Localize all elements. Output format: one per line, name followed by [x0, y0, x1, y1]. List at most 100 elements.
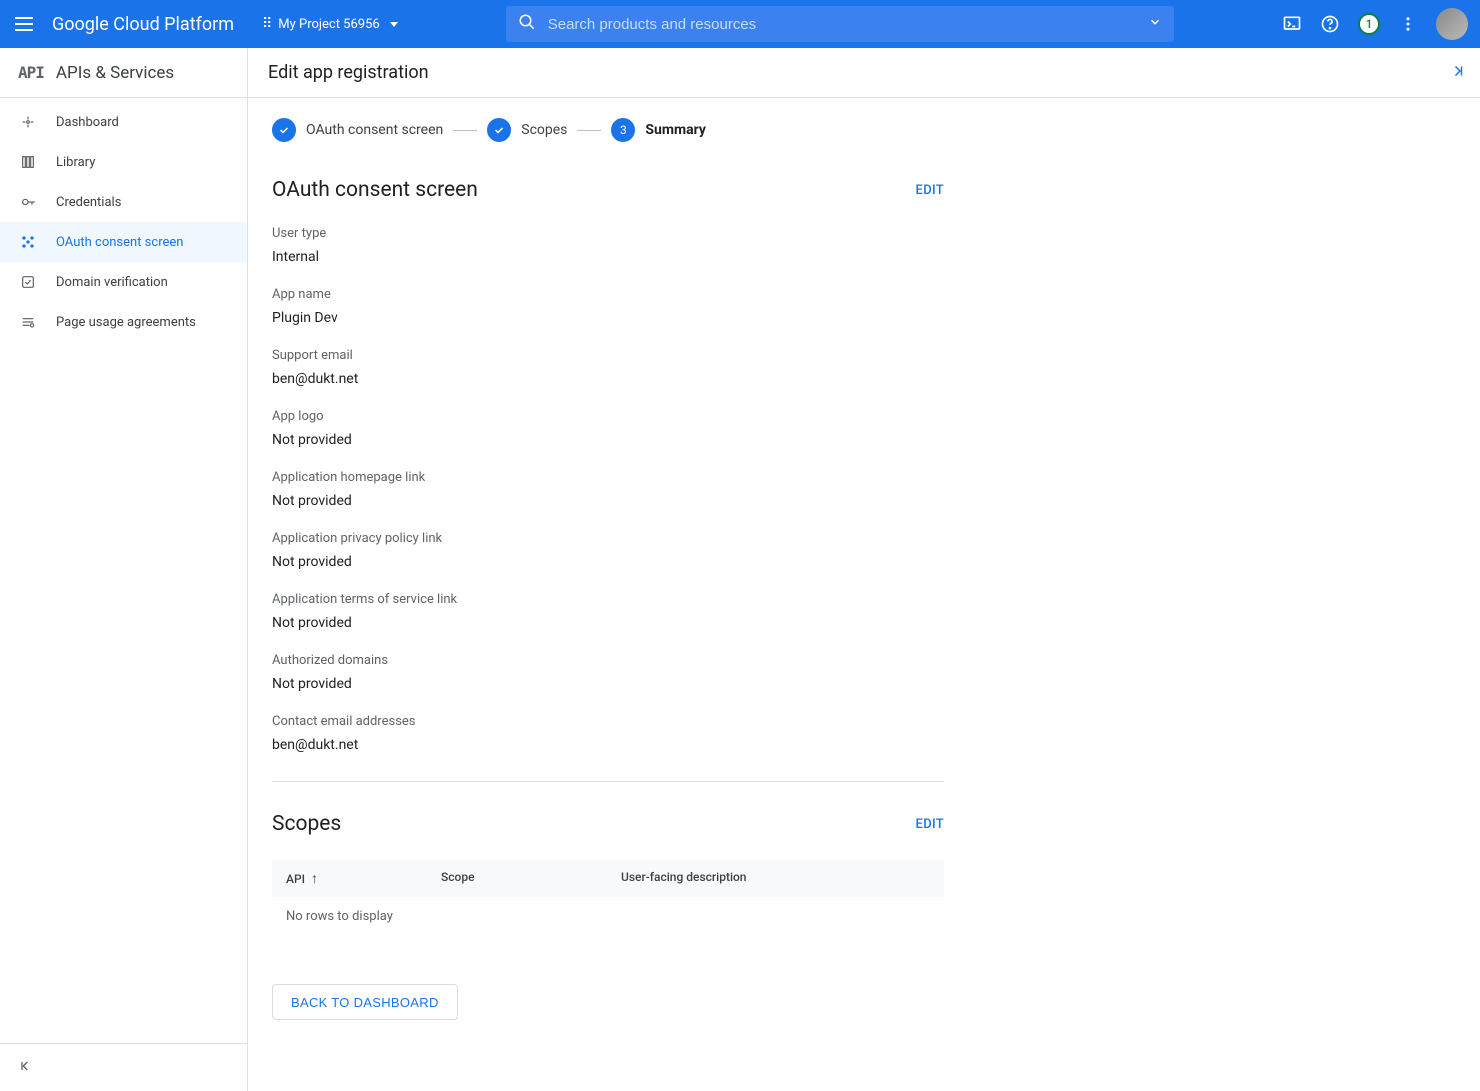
edit-scopes-link[interactable]: EDIT	[916, 817, 944, 832]
field-privacy-link: Application privacy policy link Not prov…	[272, 531, 944, 570]
section-divider	[272, 781, 944, 782]
nav-page-usage[interactable]: Page usage agreements	[0, 302, 247, 342]
nav-domain-verification[interactable]: Domain verification	[0, 262, 247, 302]
edit-oauth-link[interactable]: EDIT	[916, 183, 944, 198]
field-value: Internal	[272, 249, 944, 265]
sidebar-footer	[0, 1043, 247, 1091]
page-title: Edit app registration	[268, 62, 429, 83]
top-header: Google Cloud Platform ⠿ My Project 56956…	[0, 0, 1480, 48]
sort-asc-icon: ↑	[311, 870, 318, 887]
field-value: ben@dukt.net	[272, 737, 944, 753]
nav-label: OAuth consent screen	[56, 235, 183, 250]
field-homepage-link: Application homepage link Not provided	[272, 470, 944, 509]
main-content: Edit app registration OAuth consent scre…	[248, 48, 1480, 1091]
sidebar-collapse-icon[interactable]	[18, 1058, 34, 1078]
project-selector[interactable]: ⠿ My Project 56956	[254, 12, 406, 36]
search-icon	[518, 13, 536, 35]
search-input[interactable]	[548, 16, 1136, 33]
sidebar: API APIs & Services Dashboard Library Cr…	[0, 48, 248, 1091]
project-name: My Project 56956	[278, 17, 379, 32]
gcp-logo-text[interactable]: Google Cloud Platform	[52, 14, 234, 35]
api-glyph-icon: API	[18, 63, 44, 82]
consent-icon	[18, 234, 38, 250]
nav-oauth-consent[interactable]: OAuth consent screen	[0, 222, 247, 262]
nav-label: Credentials	[56, 195, 121, 210]
nav-library[interactable]: Library	[0, 142, 247, 182]
field-label: Application privacy policy link	[272, 531, 944, 546]
field-authorized-domains: Authorized domains Not provided	[272, 653, 944, 692]
header-actions: 1	[1282, 8, 1468, 40]
notification-badge[interactable]: 1	[1358, 13, 1380, 35]
scopes-table: API ↑ Scope User-facing description No r…	[272, 860, 944, 936]
key-icon	[18, 194, 38, 210]
empty-row: No rows to display	[272, 897, 944, 936]
field-label: Contact email addresses	[272, 714, 944, 729]
field-label: Application terms of service link	[272, 592, 944, 607]
field-app-logo: App logo Not provided	[272, 409, 944, 448]
back-to-dashboard-button[interactable]: BACK TO DASHBOARD	[272, 984, 458, 1020]
step-oauth-consent[interactable]: OAuth consent screen	[272, 118, 443, 142]
nav-credentials[interactable]: Credentials	[0, 182, 247, 222]
step-summary[interactable]: 3 Summary	[611, 118, 706, 142]
field-value: Not provided	[272, 554, 944, 570]
table-header-row: API ↑ Scope User-facing description	[272, 860, 944, 897]
col-description[interactable]: User-facing description	[621, 870, 930, 887]
field-user-type: User type Internal	[272, 226, 944, 265]
chevron-down-icon	[390, 22, 398, 27]
field-value: Not provided	[272, 493, 944, 509]
field-app-name: App name Plugin Dev	[272, 287, 944, 326]
step-current-icon: 3	[611, 118, 635, 142]
oauth-consent-summary: OAuth consent screen EDIT User type Inte…	[272, 178, 944, 753]
hamburger-menu-icon[interactable]	[12, 12, 36, 36]
step-label: Summary	[645, 122, 706, 138]
step-done-icon	[487, 118, 511, 142]
library-icon	[18, 154, 38, 170]
nav-label: Dashboard	[56, 115, 119, 130]
search-container	[506, 6, 1174, 42]
user-avatar[interactable]	[1436, 8, 1468, 40]
nav-dashboard[interactable]: Dashboard	[0, 102, 247, 142]
collapse-right-drawer-icon[interactable]	[1448, 62, 1466, 84]
field-value: Not provided	[272, 615, 944, 631]
sidebar-title: APIs & Services	[56, 63, 174, 83]
step-done-icon	[272, 118, 296, 142]
sidebar-nav: Dashboard Library Credentials OAuth cons…	[0, 98, 247, 1043]
project-dots-icon: ⠿	[262, 16, 272, 32]
step-label: Scopes	[521, 122, 567, 138]
field-label: Authorized domains	[272, 653, 944, 668]
field-label: App logo	[272, 409, 944, 424]
nav-label: Domain verification	[56, 275, 168, 290]
verified-icon	[18, 274, 38, 290]
field-label: Support email	[272, 348, 944, 363]
nav-label: Library	[56, 155, 95, 170]
field-contact-emails: Contact email addresses ben@dukt.net	[272, 714, 944, 753]
section-title: OAuth consent screen	[272, 178, 478, 202]
field-tos-link: Application terms of service link Not pr…	[272, 592, 944, 631]
settings-list-icon	[18, 314, 38, 330]
section-title: Scopes	[272, 812, 341, 836]
help-icon[interactable]	[1320, 14, 1340, 34]
search-box[interactable]	[506, 6, 1174, 42]
sidebar-header: API APIs & Services	[0, 48, 247, 98]
divider	[453, 130, 477, 131]
step-scopes[interactable]: Scopes	[487, 118, 567, 142]
main-header: Edit app registration	[248, 48, 1480, 98]
cloud-shell-icon[interactable]	[1282, 14, 1302, 34]
more-vert-icon[interactable]	[1398, 14, 1418, 34]
field-support-email: Support email ben@dukt.net	[272, 348, 944, 387]
divider	[577, 130, 601, 131]
field-label: App name	[272, 287, 944, 302]
field-value: Plugin Dev	[272, 310, 944, 326]
nav-label: Page usage agreements	[56, 315, 196, 330]
field-label: User type	[272, 226, 944, 241]
dashboard-icon	[18, 114, 38, 130]
field-value: Not provided	[272, 676, 944, 692]
col-scope[interactable]: Scope	[441, 870, 621, 887]
field-label: Application homepage link	[272, 470, 944, 485]
scopes-summary: Scopes EDIT API ↑ Scope User-facing desc…	[272, 812, 944, 936]
step-label: OAuth consent screen	[306, 122, 443, 138]
col-api[interactable]: API ↑	[286, 870, 441, 887]
search-expand-icon[interactable]	[1148, 15, 1162, 33]
stepper: OAuth consent screen Scopes 3 Summary	[272, 118, 944, 142]
field-value: Not provided	[272, 432, 944, 448]
